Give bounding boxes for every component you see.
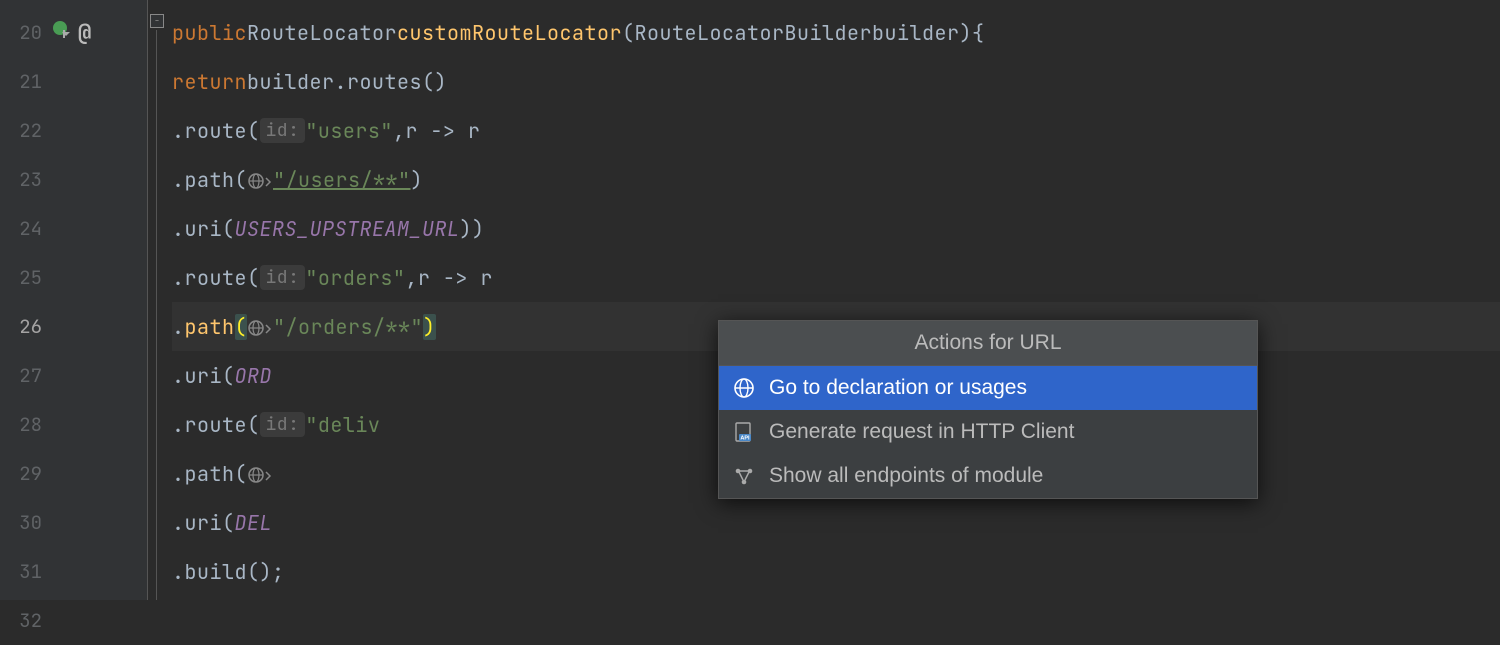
inlay-hint: id:	[260, 412, 306, 437]
graph-icon	[733, 465, 755, 487]
line-number: 29	[12, 461, 42, 486]
type-ref: RouteLocator	[247, 20, 397, 46]
line-number: 21	[12, 69, 42, 94]
code-line[interactable]: .uri(DEL	[172, 498, 1500, 547]
identifier: builder	[247, 69, 335, 95]
url-path-literal[interactable]: "/users/**"	[273, 167, 411, 193]
inlay-hint: id:	[260, 118, 306, 143]
string-literal: "orders"	[305, 265, 405, 291]
globe-icon	[733, 377, 755, 399]
popup-item-goto-declaration[interactable]: Go to declaration or usages	[719, 366, 1257, 410]
method-call: uri	[185, 510, 223, 536]
gutter-line[interactable]: 20 @	[0, 8, 148, 57]
keyword: public	[172, 20, 247, 46]
line-number: 20	[12, 20, 42, 45]
popup-item-label: Show all endpoints of module	[769, 464, 1043, 488]
gutter-line[interactable]: 21	[0, 57, 148, 106]
line-number: 31	[12, 559, 42, 584]
gutter: 20 @ 21 22 23 24 25 26 27 28 29 30 31 32	[0, 0, 148, 600]
url-path-literal[interactable]: "/orders/**"	[273, 314, 423, 340]
code-line[interactable]: .build();	[172, 547, 1500, 596]
url-gutter-icon[interactable]	[247, 167, 273, 193]
brace: {	[972, 20, 985, 46]
gutter-line[interactable]: 25	[0, 253, 148, 302]
line-number: 22	[12, 118, 42, 143]
paren: (	[622, 20, 635, 46]
gutter-line[interactable]: 24	[0, 204, 148, 253]
svg-text:API: API	[740, 436, 750, 442]
fold-guide	[156, 30, 157, 600]
url-gutter-icon[interactable]	[247, 461, 273, 487]
lambda: r -> r	[405, 118, 480, 144]
url-gutter-icon[interactable]	[247, 314, 273, 340]
param-type: RouteLocatorBuilder	[635, 20, 873, 46]
gutter-line[interactable]: 27	[0, 351, 148, 400]
gutter-line[interactable]: 28	[0, 400, 148, 449]
line-number: 27	[12, 363, 42, 388]
gutter-line-current[interactable]: 26	[0, 302, 148, 351]
string-literal: "deliv	[305, 412, 380, 438]
method-call: route	[185, 265, 248, 291]
popup-item-label: Generate request in HTTP Client	[769, 420, 1074, 444]
run-bean-icon[interactable]	[52, 20, 72, 46]
gutter-line[interactable]: 23	[0, 155, 148, 204]
code-line[interactable]: .route( id: "orders", r -> r	[172, 253, 1500, 302]
string-literal: "users"	[305, 118, 393, 144]
code-line[interactable]: return builder.routes()	[172, 57, 1500, 106]
url-actions-popup: Actions for URL Go to declaration or usa…	[718, 320, 1258, 499]
constant-ref: USERS_UPSTREAM_URL	[235, 216, 460, 242]
method-call: path	[185, 314, 235, 340]
popup-title: Actions for URL	[719, 321, 1257, 366]
line-number: 30	[12, 510, 42, 535]
fold-column: −	[148, 0, 166, 600]
constant-ref: ORD	[235, 363, 273, 389]
spring-bean-icon[interactable]: @	[78, 18, 91, 47]
method-call: route	[185, 412, 248, 438]
code-line[interactable]: .route( id: "users", r -> r	[172, 106, 1500, 155]
line-number: 26	[12, 314, 42, 339]
fold-toggle-icon[interactable]: −	[150, 14, 164, 28]
popup-item-generate-http[interactable]: API Generate request in HTTP Client	[719, 410, 1257, 454]
gutter-line[interactable]: 32	[0, 596, 148, 645]
code-line[interactable]: .path("/users/**")	[172, 155, 1500, 204]
line-number: 23	[12, 167, 42, 192]
constant-ref: DEL	[235, 510, 273, 536]
matched-paren: )	[423, 314, 436, 340]
code-area[interactable]: public RouteLocator customRouteLocator(R…	[148, 0, 1500, 600]
code-editor: 20 @ 21 22 23 24 25 26 27 28 29 30 31 32…	[0, 0, 1500, 600]
method-call: uri	[185, 216, 223, 242]
popup-item-label: Go to declaration or usages	[769, 376, 1027, 400]
method-call: route	[185, 118, 248, 144]
method-call: routes	[347, 69, 422, 95]
line-number: 28	[12, 412, 42, 437]
gutter-line[interactable]: 31	[0, 547, 148, 596]
inlay-hint: id:	[260, 265, 306, 290]
method-call: uri	[185, 363, 223, 389]
code-line[interactable]: public RouteLocator customRouteLocator(R…	[172, 8, 1500, 57]
param-name: builder	[872, 20, 960, 46]
method-name: customRouteLocator	[397, 20, 622, 46]
gutter-line[interactable]: 29	[0, 449, 148, 498]
matched-paren: (	[235, 314, 248, 340]
gutter-line[interactable]: 30	[0, 498, 148, 547]
method-call: path	[185, 167, 235, 193]
method-call: path	[185, 461, 235, 487]
paren: )	[960, 20, 973, 46]
api-icon: API	[733, 421, 755, 443]
line-number: 32	[12, 608, 42, 633]
line-number: 25	[12, 265, 42, 290]
code-line[interactable]: .uri(USERS_UPSTREAM_URL))	[172, 204, 1500, 253]
line-number: 24	[12, 216, 42, 241]
method-call: build	[185, 559, 248, 585]
gutter-line[interactable]: 22	[0, 106, 148, 155]
keyword: return	[172, 69, 247, 95]
lambda: r -> r	[418, 265, 493, 291]
popup-item-show-endpoints[interactable]: Show all endpoints of module	[719, 454, 1257, 498]
